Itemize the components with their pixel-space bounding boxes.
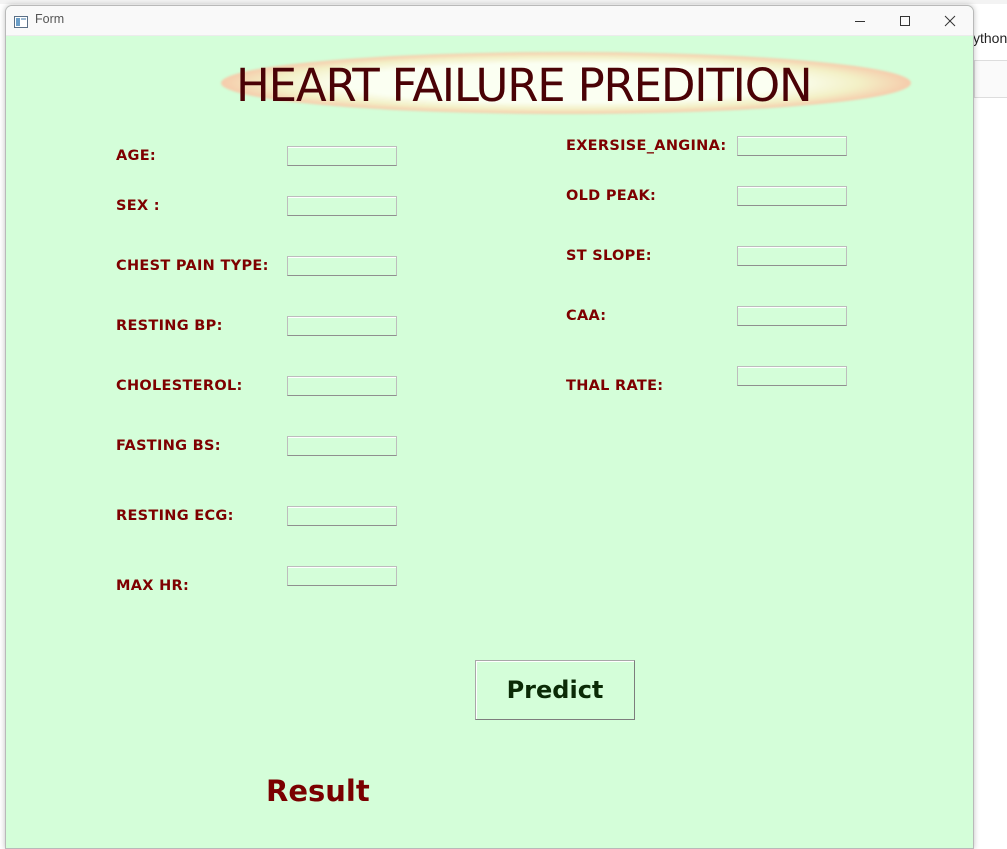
- chest-pain-type-input[interactable]: [287, 256, 397, 276]
- window-title: Form: [35, 12, 65, 26]
- resting-bp-label: RESTING BP:: [116, 318, 223, 334]
- minimize-icon: [855, 20, 865, 22]
- result-label: Result: [266, 774, 370, 808]
- background-text-fragment: ython: [973, 30, 1007, 46]
- resting-bp-input[interactable]: [287, 316, 397, 336]
- form-client-area: HEART FAILURE PREDITION AGE: SEX : CHEST…: [6, 36, 973, 848]
- page-title: HEART FAILURE PREDITION: [236, 59, 813, 112]
- form-window: Form HEART FAILURE PREDITION AGE: SEX : …: [5, 5, 974, 849]
- st-slope-label: ST SLOPE:: [566, 248, 652, 264]
- old-peak-input[interactable]: [737, 186, 847, 206]
- resting-ecg-input[interactable]: [287, 506, 397, 526]
- title-bar[interactable]: Form: [6, 6, 973, 36]
- caa-input[interactable]: [737, 306, 847, 326]
- resting-ecg-label: RESTING ECG:: [116, 508, 234, 524]
- cholesterol-label: CHOLESTEROL:: [116, 378, 243, 394]
- old-peak-label: OLD PEAK:: [566, 188, 657, 204]
- background-scroll-area: [974, 60, 1007, 98]
- cholesterol-input[interactable]: [287, 376, 397, 396]
- age-label: AGE:: [116, 148, 157, 164]
- sex-input[interactable]: [287, 196, 397, 216]
- fasting-bs-label: FASTING BS:: [116, 438, 221, 454]
- fasting-bs-input[interactable]: [287, 436, 397, 456]
- window-app-icon: [14, 13, 28, 28]
- background-app-strip: [0, 0, 1007, 4]
- maximize-button[interactable]: [882, 6, 928, 35]
- thal-rate-input[interactable]: [737, 366, 847, 386]
- maximize-icon: [900, 15, 910, 26]
- minimize-button[interactable]: [837, 6, 883, 35]
- sex-label: SEX :: [116, 198, 160, 214]
- predict-button[interactable]: Predict: [475, 660, 635, 720]
- caa-label: CAA:: [566, 308, 607, 324]
- thal-rate-label: THAL RATE:: [566, 378, 664, 394]
- age-input[interactable]: [287, 146, 397, 166]
- close-button[interactable]: [927, 6, 973, 35]
- st-slope-input[interactable]: [737, 246, 847, 266]
- close-icon: [944, 15, 956, 26]
- exersise-angina-label: EXERSISE_ANGINA:: [566, 138, 727, 154]
- max-hr-input[interactable]: [287, 566, 397, 586]
- max-hr-label: MAX HR:: [116, 578, 190, 594]
- exersise-angina-input[interactable]: [737, 136, 847, 156]
- chest-pain-type-label: CHEST PAIN TYPE:: [116, 258, 269, 274]
